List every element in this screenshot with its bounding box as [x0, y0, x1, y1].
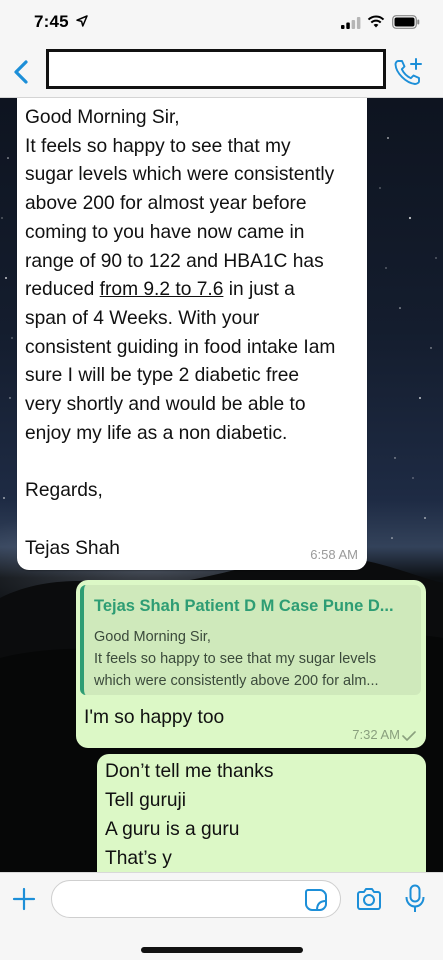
- input-bar: [0, 872, 443, 960]
- outgoing-message-bubble[interactable]: Don’t tell me thanks Tell guruji A guru …: [97, 754, 426, 872]
- delivered-check-icon: [402, 730, 416, 741]
- signal-icon: [341, 17, 361, 29]
- sticker-icon[interactable]: [303, 887, 329, 913]
- home-indicator[interactable]: [141, 947, 303, 953]
- message-time-status: 7:32 AM: [352, 727, 416, 742]
- underlined-text: from 9.2 to 7.6: [99, 279, 224, 301]
- microphone-icon[interactable]: [404, 884, 426, 914]
- quoted-line: which were consistently above 200 for al…: [94, 673, 379, 689]
- outgoing-reply-bubble[interactable]: Tejas Shah Patient D M Case Pune D... Go…: [76, 580, 426, 748]
- quoted-message[interactable]: Tejas Shah Patient D M Case Pune D... Go…: [80, 585, 421, 695]
- incoming-message-bubble[interactable]: Good Morning Sir, It feels so happy to s…: [17, 98, 367, 570]
- camera-icon[interactable]: [355, 886, 383, 912]
- quoted-line: It feels so happy to see that my sugar l…: [94, 651, 377, 667]
- back-button[interactable]: [8, 56, 36, 88]
- battery-icon: [392, 15, 420, 29]
- location-arrow-icon: [76, 15, 88, 27]
- status-time: 7:45: [34, 12, 69, 31]
- message-time: 6:58 AM: [310, 547, 358, 562]
- contact-name[interactable]: [46, 49, 386, 89]
- status-bar: 7:45: [0, 0, 443, 46]
- chat-area[interactable]: Good Morning Sir, It feels so happy to s…: [0, 98, 443, 872]
- quoted-author: Tejas Shah Patient D M Case Pune D...: [94, 597, 394, 615]
- message-text: Don’t tell me thanks Tell guruji A guru …: [105, 761, 274, 869]
- chat-header: [0, 46, 443, 98]
- message-text: I'm so happy too: [84, 707, 225, 728]
- add-call-icon[interactable]: [392, 56, 424, 88]
- plus-icon[interactable]: [10, 885, 38, 913]
- message-input[interactable]: [51, 880, 341, 918]
- message-text: Good Morning Sir, It feels so happy to s…: [25, 107, 336, 559]
- wifi-icon: [367, 15, 385, 28]
- quoted-line: Good Morning Sir,: [94, 629, 211, 645]
